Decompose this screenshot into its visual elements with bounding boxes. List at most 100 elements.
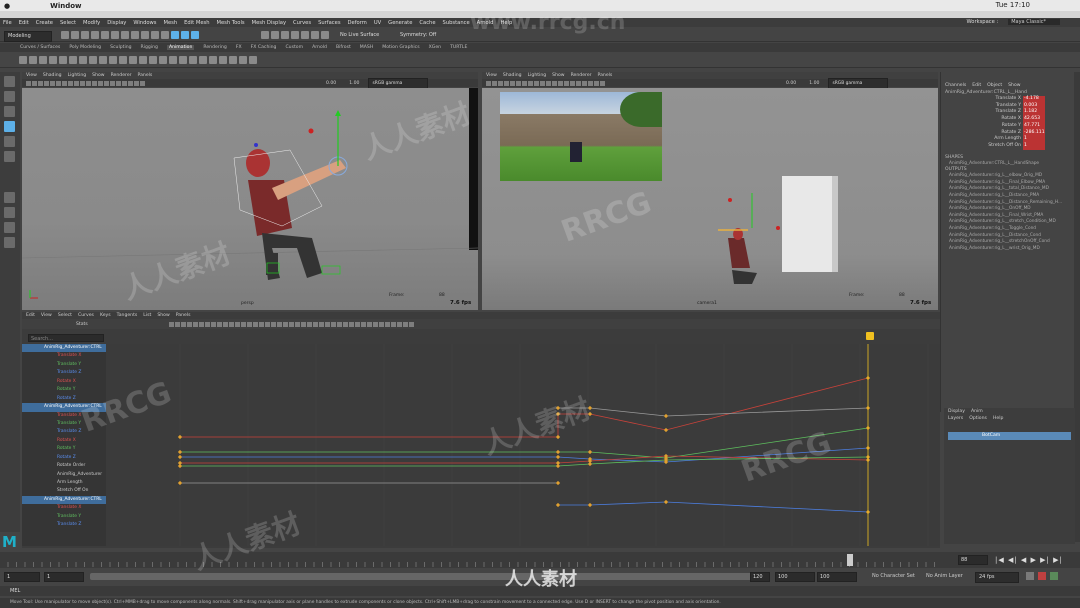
shelf-icon[interactable] <box>239 56 247 64</box>
shelf-icon[interactable] <box>119 56 127 64</box>
graph-menu-item[interactable]: Edit <box>26 313 35 318</box>
shelf-icon[interactable] <box>159 56 167 64</box>
shelf-icon[interactable] <box>39 56 47 64</box>
shelf-tab[interactable]: TURTLE <box>450 45 467 50</box>
menu-generate[interactable]: Generate <box>388 20 412 26</box>
menu-mesh-tools[interactable]: Mesh Tools <box>217 20 245 26</box>
prefs-icon[interactable] <box>1050 572 1058 580</box>
menuset-dropdown[interactable]: Modeling <box>4 31 52 42</box>
layer-menu-item[interactable]: Layers <box>948 416 963 421</box>
shelf-tab[interactable]: XGen <box>429 45 441 50</box>
outliner-channel[interactable]: Translate Y <box>22 420 106 428</box>
fps-dropdown[interactable]: 24 fps <box>975 572 1019 583</box>
viewport-menu-item[interactable]: Panels <box>598 73 613 78</box>
viewport-menu-item[interactable]: Renderer <box>571 73 592 78</box>
channel-row[interactable]: Stretch Off On 1 <box>941 142 1075 150</box>
output-item[interactable]: AnimRig_Adventurer:rig_L__Distance_PMA <box>941 193 1075 200</box>
viewport-canvas[interactable]: camera1 Frame: 88 7.6 fps <box>482 88 938 310</box>
shelf-icon[interactable] <box>209 56 217 64</box>
shelf-tab[interactable]: Poly Modeling <box>69 45 101 50</box>
shelf-icon[interactable] <box>219 56 227 64</box>
playback-end-field[interactable]: 100 <box>775 572 815 582</box>
start-time-field[interactable]: 1 <box>4 572 40 582</box>
menu-surfaces[interactable]: Surfaces <box>318 20 340 26</box>
shelf-icon[interactable] <box>109 56 117 64</box>
playback-controls[interactable]: |◀ ◀| ◀ ▶ ▶| ▶| <box>995 556 1063 564</box>
menu-cache[interactable]: Cache <box>419 20 435 26</box>
color-space-dropdown[interactable]: sRGB gamma <box>368 77 429 89</box>
menu-curves[interactable]: Curves <box>293 20 311 26</box>
layer-menu-item[interactable]: Options <box>969 416 987 421</box>
graph-menu-item[interactable]: Panels <box>176 313 191 318</box>
shelf-tab[interactable]: Curves / Surfaces <box>20 45 60 50</box>
outliner-node[interactable]: AnimRig_Adventurer:CTRL <box>22 344 106 353</box>
layer-menu-item[interactable]: Help <box>993 416 1003 421</box>
channel-value[interactable]: 1 <box>1023 142 1045 150</box>
outliner-channel[interactable]: Rotate X <box>22 437 106 445</box>
shelf-tab[interactable]: Arnold <box>312 45 327 50</box>
loop-icon[interactable] <box>1026 572 1034 580</box>
output-item[interactable]: AnimRig_Adventurer:rig_L__elbow_Orig_MD <box>941 173 1075 180</box>
channel-row[interactable]: Rotate X 42.653 <box>941 116 1075 123</box>
current-time-marker[interactable] <box>866 332 874 340</box>
layout-two-icon[interactable] <box>4 222 15 233</box>
graph-menu-item[interactable]: View <box>41 313 52 318</box>
scale-tool-icon[interactable] <box>4 151 15 162</box>
shelf-icon[interactable] <box>99 56 107 64</box>
graph-curve-area[interactable] <box>106 344 940 546</box>
channel-row[interactable]: Rotate Y 47.771 <box>941 122 1075 130</box>
paint-select-icon[interactable] <box>4 106 15 117</box>
shelf-tab[interactable]: Animation <box>166 45 195 50</box>
outliner-channel[interactable]: Translate X <box>22 412 106 420</box>
outliner-channel[interactable]: Rotate Y <box>22 445 106 453</box>
symmetry[interactable]: Symmetry: Off <box>400 32 436 38</box>
menu-modify[interactable]: Modify <box>83 20 100 26</box>
shelf-tab[interactable]: Custom <box>285 45 303 50</box>
viewport-menu-item[interactable]: View <box>26 73 37 78</box>
shelf-tab[interactable]: Bifrost <box>336 45 351 50</box>
viewport-menu-item[interactable]: Lighting <box>68 73 87 78</box>
outliner-search[interactable]: Search... <box>28 334 104 342</box>
outliner-channel[interactable]: AnimRig_Adventurer <box>22 471 106 479</box>
outliner-channel[interactable]: Translate X <box>22 504 106 512</box>
outliner-channel[interactable]: Arm Length <box>22 479 106 487</box>
channel-menu-item[interactable]: Object <box>987 83 1002 88</box>
channel-row[interactable]: Arm Length 1 <box>941 136 1075 143</box>
viewport-menu-item[interactable]: Lighting <box>528 73 547 78</box>
channel-value[interactable]: 1 <box>1023 136 1045 143</box>
shelf-icon[interactable] <box>179 56 187 64</box>
output-item[interactable]: AnimRig_Adventurer:rig_L__Toggle_Cond <box>941 226 1075 233</box>
lasso-tool-icon[interactable] <box>4 91 15 102</box>
shelf-icon[interactable] <box>59 56 67 64</box>
menu-edit-mesh[interactable]: Edit Mesh <box>184 20 209 26</box>
shelf-icon[interactable] <box>249 56 257 64</box>
app-menu-window[interactable]: Window <box>50 2 81 10</box>
autokey-icon[interactable] <box>1038 572 1046 580</box>
end-time-field[interactable]: 100 <box>817 572 857 582</box>
outliner-node[interactable]: AnimRig_Adventurer:CTRL <box>22 495 106 505</box>
viewport-menu-item[interactable]: Panels <box>138 73 153 78</box>
shelf-tab[interactable]: Motion Graphics <box>382 45 419 50</box>
color-space-dropdown[interactable]: sRGB gamma <box>828 77 889 89</box>
menu-uv[interactable]: UV <box>374 20 381 26</box>
range-end-label[interactable]: 120 <box>750 572 770 582</box>
channel-menu-item[interactable]: Show <box>1008 83 1020 88</box>
apple-icon[interactable]: ● <box>4 2 10 10</box>
viewport-menu-item[interactable]: Shading <box>43 73 62 78</box>
outliner-channel[interactable]: Translate Y <box>22 361 106 369</box>
character-set[interactable]: No Character Set <box>872 573 915 579</box>
shelf-tab[interactable]: FX <box>236 45 242 50</box>
anim-layer[interactable]: No Anim Layer <box>926 573 963 579</box>
menu-deform[interactable]: Deform <box>348 20 367 26</box>
menu-select[interactable]: Select <box>60 20 76 26</box>
outliner-channel[interactable]: Rotate Order <box>22 462 106 470</box>
channel-row[interactable]: Translate X -4.178 <box>941 96 1075 103</box>
outliner-channel[interactable]: Translate Z <box>22 369 106 377</box>
channel-value[interactable]: -4.178 <box>1023 96 1045 103</box>
shelf-icon[interactable] <box>169 56 177 64</box>
outliner-channel[interactable]: Translate X <box>22 352 106 360</box>
shelf-icon[interactable] <box>69 56 77 64</box>
layout-four-icon[interactable] <box>4 207 15 218</box>
output-item[interactable]: AnimRig_Adventurer:rig_L__total_Distance… <box>941 186 1075 193</box>
layer-tab[interactable]: Display <box>948 409 965 414</box>
